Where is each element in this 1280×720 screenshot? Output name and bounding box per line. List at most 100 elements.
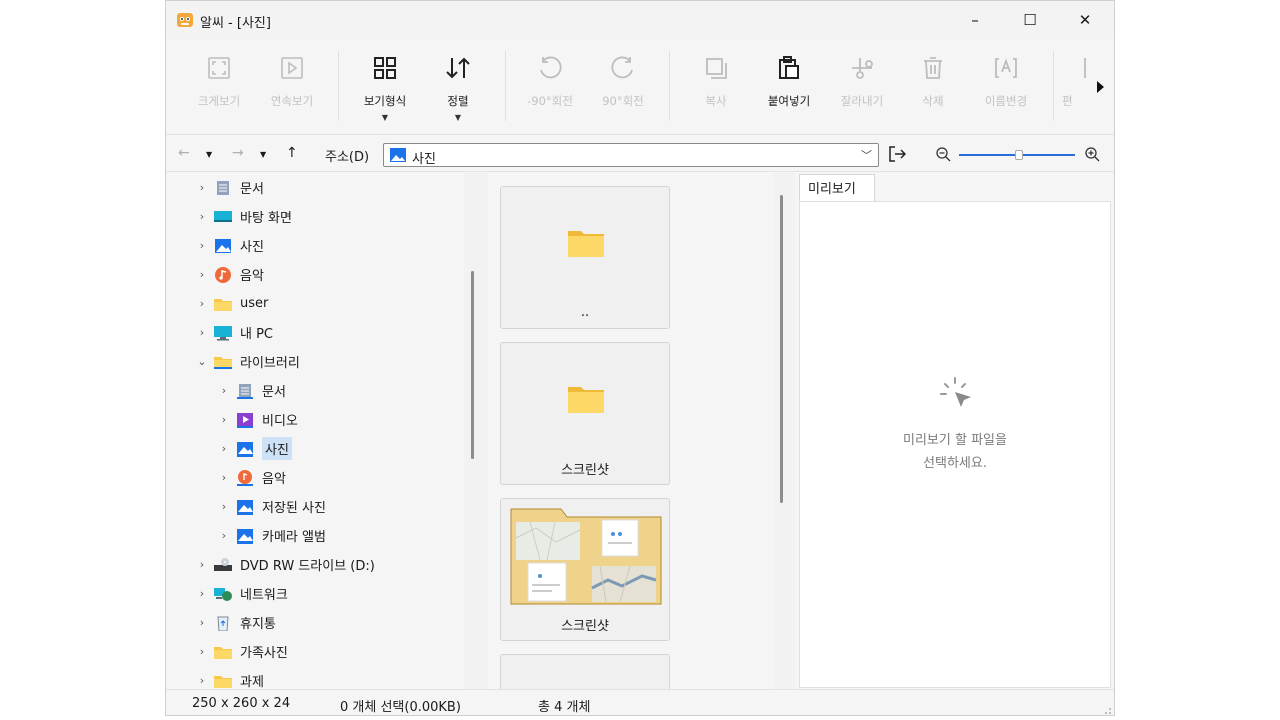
tree-item-label: 음악 bbox=[240, 269, 264, 284]
tree-item-label: 바탕 화면 bbox=[240, 211, 292, 226]
edit-icon bbox=[1084, 58, 1086, 78]
slideshow-button[interactable]: 연속보기 bbox=[260, 47, 324, 123]
tab-preview[interactable]: 미리보기 bbox=[799, 174, 875, 202]
chevron-right-icon[interactable]: › bbox=[194, 558, 210, 571]
tree-item-pictures[interactable]: › 사진 bbox=[194, 231, 264, 260]
go-arrow-icon[interactable] bbox=[888, 145, 906, 163]
chevron-down-icon[interactable]: ⌄ bbox=[194, 355, 210, 368]
chevron-right-icon[interactable]: › bbox=[194, 587, 210, 600]
tree-item-label: 가족사진 bbox=[240, 646, 288, 661]
chevron-down-icon[interactable]: ﹀ bbox=[861, 147, 872, 163]
chevron-right-icon[interactable]: › bbox=[194, 181, 210, 194]
pictures-icon bbox=[237, 499, 253, 515]
delete-button[interactable]: 삭제 bbox=[901, 47, 965, 123]
pictures-icon bbox=[237, 528, 253, 544]
chevron-right-icon[interactable]: › bbox=[194, 645, 210, 658]
paste-button[interactable]: 붙여넣기 bbox=[757, 47, 821, 123]
tree-item-dvd-drive[interactable]: › DVD RW 드라이브 (D:) bbox=[194, 550, 375, 579]
zoom-slider-thumb[interactable] bbox=[1015, 150, 1023, 160]
file-tile[interactable]: 스크린샷 bbox=[500, 498, 670, 641]
tree-item-assignments[interactable]: › 과제 bbox=[194, 666, 264, 689]
chevron-right-icon[interactable]: › bbox=[194, 210, 210, 223]
grid-view-icon bbox=[374, 57, 396, 79]
tree-item-saved-pictures[interactable]: › 저장된 사진 bbox=[216, 492, 326, 521]
copy-icon bbox=[706, 58, 727, 79]
rotate-right-button[interactable]: 90°회전 bbox=[591, 47, 655, 123]
resize-grip-icon[interactable] bbox=[1102, 705, 1112, 715]
cut-button[interactable]: 잘라내기 bbox=[830, 47, 894, 123]
fullscreen-label: 크게보기 bbox=[197, 94, 241, 108]
title-bar[interactable]: 알씨 - [사진] – ☐ ✕ bbox=[166, 1, 1114, 39]
minimize-button[interactable]: – bbox=[952, 1, 998, 39]
preview-message-line: 선택하세요. bbox=[923, 456, 987, 471]
view-mode-button[interactable]: 보기형식 ▼ bbox=[353, 47, 417, 123]
tree-item-recycle-bin[interactable]: › 휴지통 bbox=[194, 608, 276, 637]
chevron-right-icon[interactable]: › bbox=[216, 384, 232, 397]
chevron-right-icon[interactable]: › bbox=[216, 442, 232, 455]
chevron-right-icon[interactable]: › bbox=[194, 268, 210, 281]
tree-item-library[interactable]: ⌄ 라이브러리 bbox=[194, 347, 299, 376]
zoom-out-icon[interactable] bbox=[935, 146, 951, 162]
tree-item-network[interactable]: › 네트워크 bbox=[194, 579, 288, 608]
forward-history-dropdown-icon[interactable]: ▼ bbox=[260, 150, 266, 159]
tree-item-library-music[interactable]: › 음악 bbox=[216, 463, 286, 492]
close-button[interactable]: ✕ bbox=[1062, 1, 1108, 39]
preview-message-line: 미리보기 할 파일을 bbox=[903, 433, 1007, 448]
tree-scrollbar-thumb[interactable] bbox=[471, 271, 474, 459]
file-grid-scrollbar-thumb[interactable] bbox=[780, 195, 783, 503]
tree-item-user[interactable]: › user bbox=[194, 289, 269, 318]
rotate-left-button[interactable]: -90°회전 bbox=[518, 47, 582, 123]
chevron-right-icon[interactable]: › bbox=[216, 413, 232, 426]
tree-item-desktop[interactable]: › 바탕 화면 bbox=[194, 202, 292, 231]
tree-item-label: 휴지통 bbox=[240, 617, 276, 632]
tree-item-family-photos[interactable]: › 가족사진 bbox=[194, 637, 288, 666]
copy-label: 복사 bbox=[705, 94, 727, 108]
toolbar-more-arrow-icon[interactable] bbox=[1097, 81, 1104, 93]
sort-label: 정렬 bbox=[447, 94, 469, 108]
address-value: 사진 bbox=[412, 152, 436, 167]
maximize-icon: ☐ bbox=[1023, 11, 1037, 29]
chevron-right-icon[interactable]: › bbox=[194, 239, 210, 252]
sort-button[interactable]: 정렬 ▼ bbox=[426, 47, 490, 123]
chevron-right-icon[interactable]: › bbox=[216, 500, 232, 513]
tree-scrollbar-track[interactable] bbox=[464, 173, 488, 689]
tree-item-label: 저장된 사진 bbox=[262, 501, 326, 516]
up-arrow-icon[interactable]: ↑ bbox=[286, 145, 298, 161]
chevron-right-icon[interactable]: › bbox=[216, 529, 232, 542]
pane-splitter[interactable] bbox=[773, 173, 795, 689]
back-arrow-icon[interactable]: ← bbox=[178, 145, 190, 161]
fullscreen-button[interactable]: 크게보기 bbox=[187, 47, 251, 123]
maximize-button[interactable]: ☐ bbox=[1007, 1, 1053, 39]
tree-item-library-video[interactable]: › 비디오 bbox=[216, 405, 298, 434]
chevron-right-icon[interactable]: › bbox=[194, 326, 210, 339]
paste-icon bbox=[779, 56, 799, 79]
back-history-dropdown-icon[interactable]: ▼ bbox=[206, 150, 212, 159]
address-input[interactable]: 사진 ﹀ bbox=[383, 143, 879, 167]
tree-item-library-documents[interactable]: › 문서 bbox=[216, 376, 286, 405]
file-tile[interactable]: 스크린샷 bbox=[500, 342, 670, 485]
chevron-right-icon[interactable]: › bbox=[194, 297, 210, 310]
rename-button[interactable]: 이름변경 bbox=[974, 47, 1038, 123]
pictures-icon bbox=[237, 441, 253, 457]
chevron-right-icon[interactable]: › bbox=[194, 674, 210, 687]
edit-button[interactable]: 편 bbox=[1062, 47, 1088, 123]
file-tile[interactable] bbox=[500, 654, 670, 689]
tree-item-label: 내 PC bbox=[240, 327, 274, 342]
copy-button[interactable]: 복사 bbox=[684, 47, 748, 123]
paste-label: 붙여넣기 bbox=[767, 94, 811, 108]
chevron-right-icon[interactable]: › bbox=[194, 616, 210, 629]
tree-item-my-pc[interactable]: › 내 PC bbox=[194, 318, 273, 347]
status-selection: 0 개체 선택(0.00KB) bbox=[340, 700, 461, 715]
desktop-icon bbox=[214, 210, 232, 222]
file-tile[interactable]: .. bbox=[500, 186, 670, 329]
zoom-in-icon[interactable] bbox=[1084, 146, 1100, 162]
tree-item-library-pictures[interactable]: › 사진 bbox=[216, 434, 292, 463]
folder-tree: › 문서 › 바탕 화면 › 사진 › 음악 › user › 내 PC ⌄ 라… bbox=[166, 173, 464, 689]
forward-arrow-icon[interactable]: → bbox=[232, 145, 244, 161]
tree-item-music[interactable]: › 음악 bbox=[194, 260, 264, 289]
chevron-right-icon[interactable]: › bbox=[216, 471, 232, 484]
tree-item-camera-roll[interactable]: › 카메라 앨범 bbox=[216, 521, 326, 550]
tree-item-documents[interactable]: › 문서 bbox=[194, 173, 264, 202]
music-icon bbox=[215, 266, 231, 283]
file-tile-label: .. bbox=[580, 305, 590, 320]
